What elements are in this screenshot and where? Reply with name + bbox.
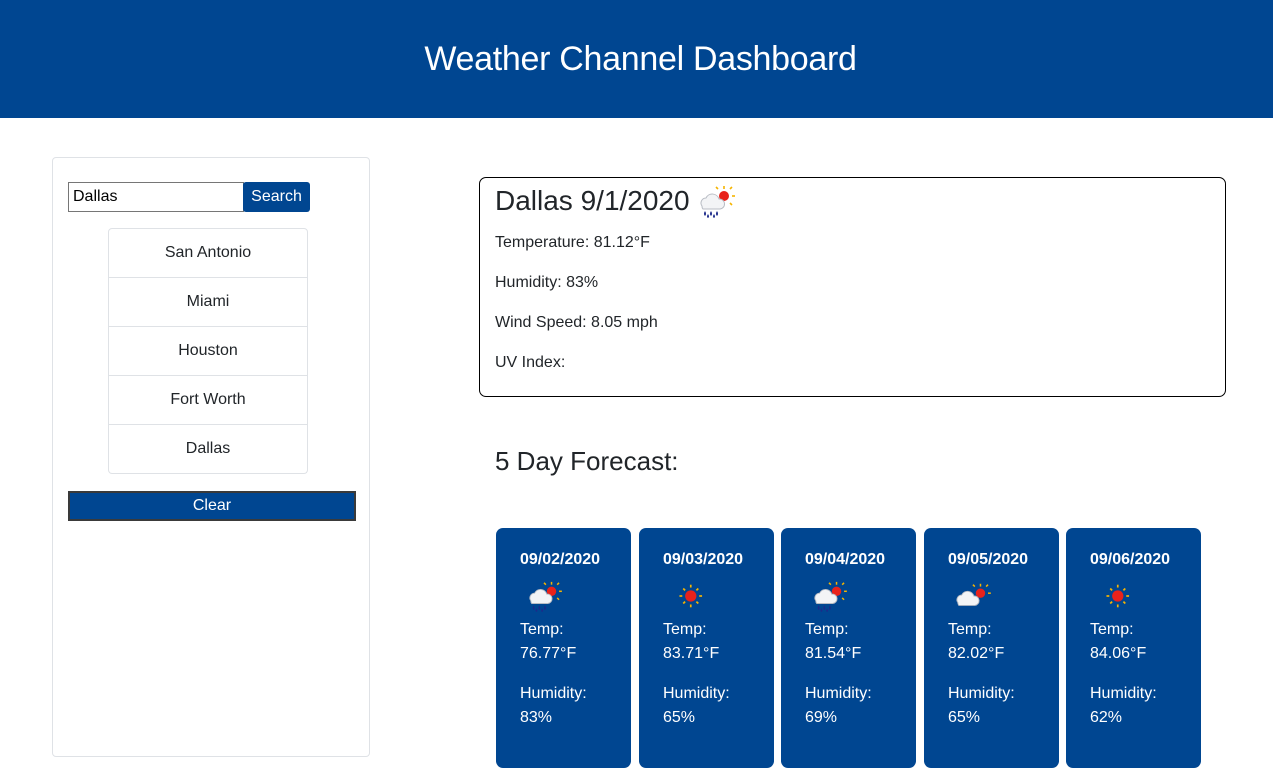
forecast-temp: Temp: 84.06°F [1090,618,1201,666]
search-sidebar: Search San Antonio Miami Houston Fort Wo… [52,157,370,757]
forecast-date: 09/06/2020 [1090,551,1171,568]
forecast-humidity: Humidity: 65% [948,682,1059,730]
forecast-temp-value: 83.71°F [663,645,720,662]
rain-sun-icon [524,580,564,612]
forecast-card: 09/04/2020 Temp: 81.54°F Humidity: 69% [781,528,916,768]
history-item-houston[interactable]: Houston [108,327,308,376]
history-item-san-antonio[interactable]: San Antonio [108,228,308,278]
search-history-list: San Antonio Miami Houston Fort Worth Dal… [108,228,308,474]
forecast-humidity-label: Humidity: [948,685,1015,702]
forecast-date: 09/03/2020 [663,551,744,568]
forecast-humidity-label: Humidity: [805,685,872,702]
sun-icon [667,580,707,612]
rain-sun-icon [696,184,736,218]
forecast-temp-value: 81.54°F [805,645,862,662]
forecast-temp-label: Temp: [1090,621,1134,638]
forecast-humidity-value: 83% [520,709,553,726]
forecast-row: 09/02/2020 Temp: 76.77°F Humidity: 83% 0… [496,528,1216,768]
forecast-card: 09/03/2020 Temp: 83.71°F Humidity: 65% [639,528,774,768]
forecast-date: 09/04/2020 [805,551,886,568]
forecast-temp-value: 84.06°F [1090,645,1147,662]
rain-sun-icon [809,580,849,612]
forecast-temp: Temp: 81.54°F [805,618,916,666]
forecast-card: 09/02/2020 Temp: 76.77°F Humidity: 83% [496,528,631,768]
forecast-humidity-value: 69% [805,709,838,726]
city-search-input[interactable] [68,182,244,212]
forecast-humidity: Humidity: 62% [1090,682,1201,730]
forecast-humidity: Humidity: 65% [663,682,774,730]
forecast-date: 09/05/2020 [948,551,1029,568]
forecast-humidity-value: 62% [1090,709,1123,726]
forecast-temp-label: Temp: [520,621,564,638]
page-header: Weather Channel Dashboard [0,0,1273,118]
forecast-temp-value: 76.77°F [520,645,577,662]
forecast-temp: Temp: 82.02°F [948,618,1059,666]
forecast-humidity-value: 65% [948,709,981,726]
forecast-temp-label: Temp: [948,621,992,638]
forecast-temp: Temp: 76.77°F [520,618,631,666]
history-item-fort-worth[interactable]: Fort Worth [108,376,308,425]
forecast-humidity-label: Humidity: [1090,685,1157,702]
forecast-temp-value: 82.02°F [948,645,1005,662]
cloud-sun-icon [952,580,992,612]
forecast-humidity-value: 65% [663,709,696,726]
forecast-humidity-label: Humidity: [663,685,730,702]
forecast-card: 09/06/2020 Temp: 84.06°F Humidity: 62% [1066,528,1201,768]
history-item-miami[interactable]: Miami [108,278,308,327]
page-title: Weather Channel Dashboard [424,39,857,78]
current-wind-speed: Wind Speed: 8.05 mph [495,314,658,331]
clear-history-button[interactable]: Clear [68,491,356,521]
current-uv-index: UV Index: [495,354,566,371]
current-humidity: Humidity: 83% [495,274,599,291]
current-temperature: Temperature: 81.12°F [495,234,650,251]
forecast-humidity: Humidity: 69% [805,682,916,730]
forecast-temp: Temp: 83.71°F [663,618,774,666]
forecast-temp-label: Temp: [805,621,849,638]
sun-icon [1094,580,1134,612]
forecast-date: 09/02/2020 [520,551,601,568]
forecast-temp-label: Temp: [663,621,707,638]
current-weather-card: Dallas 9/1/2020 Temperature: 81.12°F Hum… [479,177,1226,397]
forecast-heading: 5 Day Forecast: [495,446,679,476]
forecast-humidity: Humidity: 83% [520,682,631,730]
current-weather-title: Dallas 9/1/2020 [495,184,1210,218]
search-button[interactable]: Search [243,182,310,212]
forecast-card: 09/05/2020 Temp: 82.02°F Humidity: 65% [924,528,1059,768]
history-item-dallas[interactable]: Dallas [108,425,308,474]
current-city-date: Dallas 9/1/2020 [495,185,690,216]
forecast-humidity-label: Humidity: [520,685,587,702]
